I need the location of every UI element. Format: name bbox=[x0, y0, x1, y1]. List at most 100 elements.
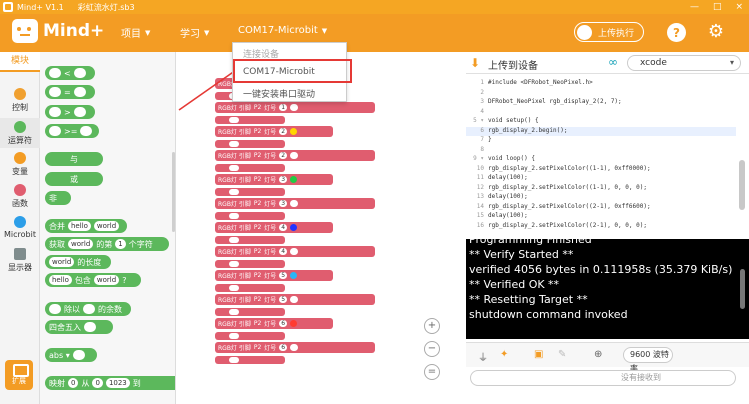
rgb-set-block[interactable]: RGB灯 引脚 P2 灯号 4 bbox=[215, 222, 333, 233]
block-less-than[interactable]: < bbox=[45, 66, 95, 80]
block-equals[interactable]: = bbox=[45, 85, 95, 99]
block-text-slot[interactable]: world bbox=[49, 257, 75, 267]
rgb-set-block[interactable]: RGB灯 引脚 P2 灯号 6 bbox=[215, 342, 375, 353]
block-modulo[interactable]: 除以 的余数 bbox=[45, 302, 131, 316]
block-number-slot[interactable] bbox=[83, 304, 95, 314]
category-functions[interactable]: 函数 bbox=[0, 184, 40, 210]
delay-block[interactable] bbox=[215, 164, 285, 172]
clear-icon[interactable]: ✎ bbox=[558, 349, 566, 360]
block-index-slot[interactable]: 1 bbox=[279, 104, 288, 111]
block-greater-equal[interactable]: >= bbox=[45, 124, 99, 138]
upload-mode-toggle[interactable]: 上传执行 bbox=[574, 22, 644, 42]
delay-slot[interactable] bbox=[229, 261, 239, 267]
delay-block[interactable] bbox=[215, 332, 285, 340]
block-number-slot[interactable]: 1023 bbox=[105, 378, 130, 388]
menu-project[interactable]: 项目 ▼ bbox=[121, 25, 150, 41]
color-swatch[interactable] bbox=[290, 176, 298, 183]
language-select[interactable]: xcode bbox=[627, 55, 741, 71]
block-number-slot[interactable] bbox=[49, 304, 61, 314]
block-index-slot[interactable]: 5 bbox=[279, 272, 288, 279]
block-text-slot[interactable]: hello bbox=[68, 221, 91, 231]
delay-slot[interactable] bbox=[229, 237, 239, 243]
block-text-slot[interactable]: world bbox=[93, 221, 120, 231]
zoom-out-button[interactable]: − bbox=[424, 341, 440, 357]
block-round[interactable]: 四舍五入 bbox=[45, 320, 113, 334]
block-rgb-slot[interactable] bbox=[290, 152, 298, 159]
delay-block[interactable] bbox=[215, 260, 285, 268]
rgb-set-block[interactable]: RGB灯 引脚 P2 灯号 2 bbox=[215, 150, 375, 161]
serial-input[interactable]: 没有接收到 bbox=[470, 370, 736, 386]
block-number-slot[interactable]: 0 bbox=[92, 378, 103, 388]
delay-slot[interactable] bbox=[229, 141, 239, 147]
zoom-in-button[interactable]: + bbox=[424, 318, 440, 334]
block-greater-than[interactable]: > bbox=[45, 105, 95, 119]
extensions-button[interactable]: 扩展 bbox=[5, 360, 33, 390]
delay-slot[interactable] bbox=[229, 117, 239, 123]
block-rgb-slot[interactable] bbox=[290, 344, 298, 351]
block-text-slot[interactable]: world bbox=[68, 239, 94, 249]
delay-block[interactable] bbox=[215, 212, 285, 220]
delay-slot[interactable] bbox=[229, 285, 239, 291]
block-dropdown-label[interactable]: abs ▾ bbox=[49, 351, 70, 360]
delay-block[interactable] bbox=[215, 188, 285, 196]
category-variables[interactable]: 变量 bbox=[0, 152, 40, 178]
block-rgb-slot[interactable] bbox=[290, 248, 298, 255]
stamp-icon[interactable]: ⊕ bbox=[594, 349, 602, 360]
color-swatch[interactable] bbox=[290, 272, 298, 279]
save-icon[interactable]: ▣ bbox=[534, 349, 543, 360]
block-number-slot[interactable]: 0 bbox=[68, 378, 79, 388]
block-index-slot[interactable]: 6 bbox=[279, 344, 288, 351]
plug-icon[interactable]: ✦ bbox=[500, 349, 508, 360]
menu-device-connection[interactable]: COM17-Microbit ▼ bbox=[238, 25, 327, 36]
block-contains[interactable]: hello 包含 world ? bbox=[45, 273, 141, 287]
color-swatch[interactable] bbox=[290, 224, 298, 231]
maximize-button[interactable]: □ bbox=[713, 2, 722, 12]
block-index-slot[interactable]: 4 bbox=[279, 224, 288, 231]
block-and[interactable]: 与 bbox=[45, 152, 103, 166]
upload-to-device-button[interactable]: 上传到设备 bbox=[488, 57, 538, 72]
block-length-of[interactable]: world 的长度 bbox=[45, 255, 111, 269]
editor-scrollbar[interactable] bbox=[739, 160, 745, 210]
code-editor[interactable]: 1 #include <DFRobot_NeoPixel.h> 2 3 DFRobot_… bbox=[466, 75, 749, 238]
delay-slot[interactable] bbox=[229, 309, 239, 315]
block-join[interactable]: 合并 hello world bbox=[45, 219, 127, 233]
rgb-set-block[interactable]: RGB灯 引脚 P2 灯号 6 bbox=[215, 318, 333, 329]
delay-block[interactable] bbox=[215, 356, 285, 364]
zoom-reset-button[interactable]: = bbox=[424, 364, 440, 380]
delay-block[interactable] bbox=[215, 140, 285, 148]
block-text-slot[interactable]: world bbox=[93, 275, 120, 285]
color-swatch[interactable] bbox=[290, 320, 298, 327]
console-scrollbar[interactable] bbox=[740, 269, 745, 309]
delay-slot[interactable] bbox=[229, 357, 239, 363]
category-control[interactable]: 控制 bbox=[0, 88, 40, 114]
delay-block[interactable] bbox=[215, 308, 285, 316]
block-map[interactable]: 映射 0 从 0 1023 到 bbox=[45, 376, 175, 390]
rgb-set-block[interactable]: RGB灯 引脚 P2 灯号 5 bbox=[215, 294, 375, 305]
delay-slot[interactable] bbox=[229, 165, 239, 171]
delay-block[interactable] bbox=[215, 116, 285, 124]
color-swatch[interactable] bbox=[290, 128, 298, 135]
category-operators[interactable]: 运算符 bbox=[0, 118, 40, 148]
block-index-slot[interactable]: 4 bbox=[279, 248, 288, 255]
block-index-slot[interactable]: 5 bbox=[279, 296, 288, 303]
menu-item-install-serial-driver[interactable]: 一键安装串口驱动 bbox=[243, 87, 315, 100]
delay-slot[interactable] bbox=[229, 189, 239, 195]
rgb-set-block[interactable]: RGB灯 引脚 P2 灯号 3 bbox=[215, 198, 375, 209]
close-button[interactable]: × bbox=[735, 2, 743, 12]
block-letter-of[interactable]: 获取 world 的第 1 个字符 bbox=[45, 237, 169, 251]
script-workspace[interactable]: RGB灯 引脚P2灯号1RGB灯 引脚P2灯号1 RGB灯 引脚P2灯号2RGB… bbox=[177, 52, 462, 404]
delay-slot[interactable] bbox=[229, 333, 239, 339]
block-rgb-slot[interactable] bbox=[290, 296, 298, 303]
rgb-set-block[interactable]: RGB灯 引脚 P2 灯号 3 bbox=[215, 174, 333, 185]
block-abs[interactable]: abs ▾ bbox=[45, 348, 97, 362]
delay-block[interactable] bbox=[215, 284, 285, 292]
block-rgb-slot[interactable] bbox=[290, 200, 298, 207]
help-button[interactable]: ? bbox=[667, 23, 686, 42]
block-or[interactable]: 或 bbox=[45, 172, 103, 186]
block-number-slot[interactable]: 1 bbox=[115, 239, 126, 249]
rgb-set-block[interactable]: RGB灯 引脚 P2 灯号 4 bbox=[215, 246, 375, 257]
block-not[interactable]: 非 bbox=[45, 191, 71, 205]
minimize-button[interactable]: — bbox=[690, 2, 699, 12]
gear-icon[interactable]: ⚙ bbox=[706, 22, 726, 42]
block-text-slot[interactable]: hello bbox=[49, 275, 72, 285]
